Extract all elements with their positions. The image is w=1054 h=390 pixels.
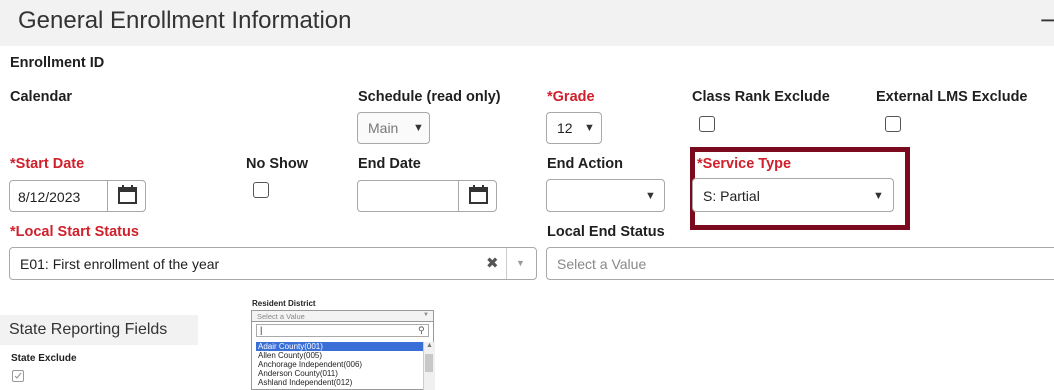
chevron-up-icon: ▲	[426, 342, 433, 349]
local-start-status-value: E01: First enrollment of the year	[20, 256, 220, 272]
local-end-status-label: Local End Status	[547, 224, 665, 240]
search-icon: ⚲	[418, 325, 425, 335]
start-date-input[interactable]: 8/12/2023	[9, 180, 146, 212]
chevron-down-icon: ▼	[584, 122, 595, 134]
state-exclude-checkbox[interactable]	[12, 370, 24, 382]
state-exclude-label: State Exclude	[11, 353, 77, 364]
schedule-label: Schedule (read only)	[358, 89, 501, 105]
list-item[interactable]: Allen County(005)	[256, 351, 431, 360]
end-date-label: End Date	[358, 156, 421, 172]
list-item[interactable]: Anderson County(011)	[256, 369, 431, 378]
end-date-calendar-button[interactable]	[458, 181, 496, 211]
grade-label: *Grade	[547, 89, 595, 105]
class-rank-exclude-label: Class Rank Exclude	[692, 89, 830, 105]
resident-district-options: Adair County(001) Allen County(005) Anch…	[256, 342, 431, 390]
resident-district-placeholder: Select a Value	[257, 312, 305, 321]
resident-district-select[interactable]: Select a Value ▼	[251, 310, 434, 322]
calendar-label: Calendar	[10, 89, 73, 105]
external-lms-exclude-label: External LMS Exclude	[876, 89, 1028, 105]
calendar-icon	[118, 185, 137, 204]
check-icon	[14, 372, 22, 379]
list-item[interactable]: Adair County(001)	[256, 342, 431, 351]
service-type-value: S: Partial	[703, 188, 760, 204]
dropdown-scrollbar[interactable]: ▲	[423, 342, 435, 390]
list-item[interactable]: Ashland Independent(012)	[256, 378, 431, 387]
service-type-label: *Service Type	[697, 156, 792, 172]
clear-icon[interactable]: ✖	[486, 254, 499, 272]
no-show-label: No Show	[246, 156, 309, 172]
resident-district-label: Resident District	[252, 299, 316, 308]
chevron-down-icon: ▼	[873, 190, 884, 202]
chevron-down-icon: ▼	[645, 190, 656, 202]
scrollbar-thumb[interactable]	[425, 354, 433, 372]
chevron-down-icon: ▼	[516, 258, 525, 268]
collapse-icon[interactable]: −	[1040, 5, 1054, 36]
section-title: General Enrollment Information	[18, 7, 352, 34]
local-end-status-select[interactable]: Select a Value	[546, 247, 1054, 280]
schedule-value: Main	[368, 120, 399, 136]
local-end-status-placeholder: Select a Value	[557, 256, 647, 272]
chevron-down-icon: ▼	[413, 122, 424, 134]
grade-select[interactable]: 12 ▼	[546, 112, 602, 144]
no-show-checkbox[interactable]	[253, 182, 269, 198]
calendar-icon	[469, 185, 488, 204]
end-date-input[interactable]	[357, 180, 497, 212]
start-date-value: 8/12/2023	[18, 189, 81, 205]
end-action-label: End Action	[547, 156, 623, 172]
end-action-select[interactable]: ▼	[546, 179, 665, 212]
class-rank-exclude-checkbox[interactable]	[699, 116, 715, 132]
start-date-calendar-button[interactable]	[107, 181, 145, 211]
chevron-down-icon: ▼	[423, 312, 429, 318]
list-item[interactable]: Anchorage Independent(006)	[256, 360, 431, 369]
grade-value: 12	[557, 120, 573, 136]
service-type-select[interactable]: S: Partial ▼	[692, 178, 894, 212]
resident-district-search-input[interactable]: | ⚲	[256, 324, 429, 337]
start-date-label: *Start Date	[10, 156, 85, 172]
local-start-status-select[interactable]: E01: First enrollment of the year ✖ ▼	[9, 247, 537, 280]
select-divider	[506, 248, 507, 279]
state-reporting-title: State Reporting Fields	[9, 321, 168, 338]
enrollment-id-label: Enrollment ID	[10, 55, 105, 71]
local-start-status-label: *Local Start Status	[10, 224, 139, 240]
schedule-select: Main ▼	[357, 112, 430, 144]
external-lms-exclude-checkbox[interactable]	[885, 116, 901, 132]
resident-district-dropdown: | ⚲ Adair County(001) Allen County(005) …	[251, 322, 435, 390]
